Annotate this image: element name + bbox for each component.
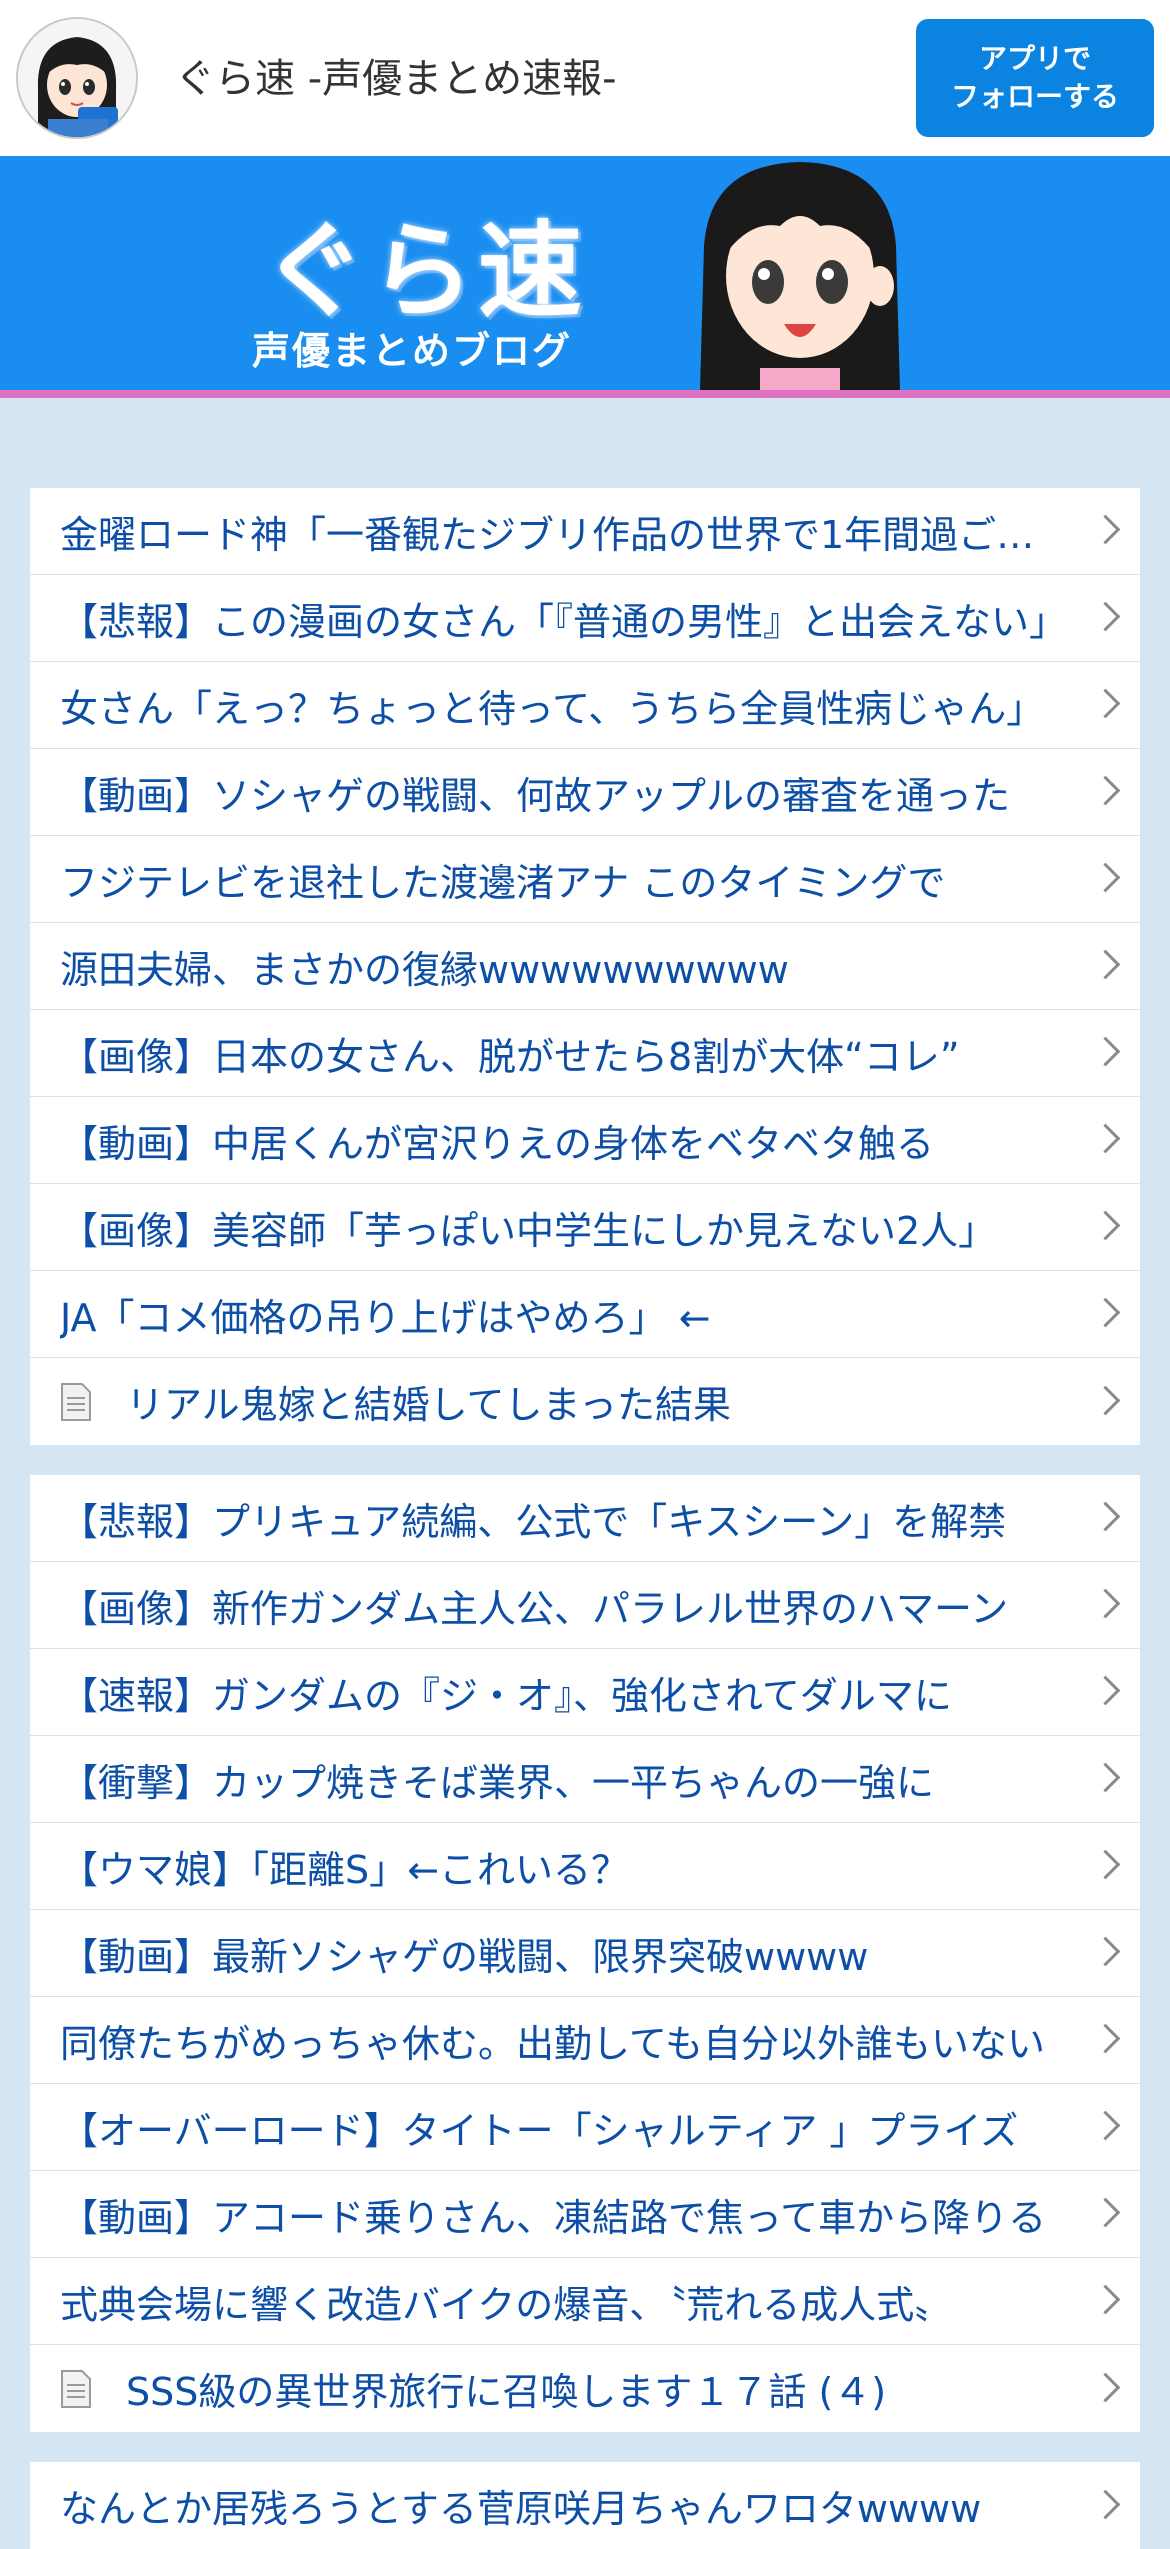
chevron-right-icon xyxy=(1090,2197,1121,2228)
list-item[interactable]: SSS級の異世界旅行に召喚します１７話 (４) xyxy=(30,2345,1140,2432)
chevron-right-icon xyxy=(1090,2372,1121,2402)
chevron-right-icon xyxy=(1090,1588,1121,1619)
follow-in-app-button[interactable]: アプリで フォローする xyxy=(916,19,1154,137)
list-item[interactable]: 【動画】アコード乗りさん、凍結路で焦って車から降りる xyxy=(30,2171,1140,2258)
list-item[interactable]: 【動画】最新ソシャゲの戦闘、限界突破wwww xyxy=(30,1910,1140,1997)
list-item-label: なんとか居残ろうとする菅原咲月ちゃんワロタwwww xyxy=(60,2487,982,2531)
chevron-right-icon xyxy=(1090,1036,1121,1067)
document-icon xyxy=(61,2369,91,2408)
list-item[interactable]: 【画像】美容師「芋っぽい中学生にしか見えない2人」 xyxy=(30,1184,1140,1271)
banner-divider xyxy=(0,390,1170,398)
document-icon xyxy=(61,1382,91,1421)
list-item-label: 同僚たちがめっちゃ休む。出勤しても自分以外誰もいない xyxy=(60,2021,1045,2066)
chevron-right-icon xyxy=(1090,2489,1121,2519)
list-item-label: 【動画】アコード乗りさん、凍結路で焦って車から降りる xyxy=(60,2195,1047,2240)
list-item[interactable]: 【画像】日本の女さん、脱がせたら8割が大体“コレ” xyxy=(30,1010,1140,1097)
list-item[interactable]: 【ウマ娘】「距離S」←これいる？ xyxy=(30,1823,1140,1910)
list-item[interactable]: 【悲報】この漫画の女さん「『普通の男性』と出会えない」 xyxy=(30,575,1140,662)
chevron-right-icon xyxy=(1090,2023,1121,2054)
banner-title: ぐら速 xyxy=(262,210,587,332)
chevron-right-icon xyxy=(1090,1123,1121,1154)
list-item[interactable]: 【速報】ガンダムの『ジ・オ』、強化されてダルマに xyxy=(30,1649,1140,1736)
list-item-label: 【悲報】プリキュア続編、公式で「キスシーン」を解禁 xyxy=(60,1499,1007,1544)
list-item-label: 【画像】日本の女さん、脱がせたら8割が大体“コレ” xyxy=(60,1034,960,1079)
list-item-label: 【悲報】この漫画の女さん「『普通の男性』と出会えない」 xyxy=(60,599,1068,644)
follow-button-line2: フォローする xyxy=(950,80,1119,113)
list-item-label: 【動画】最新ソシャゲの戦闘、限界突破wwww xyxy=(60,1934,869,1979)
banner-girl-illustration xyxy=(700,162,900,390)
follow-button-line1: アプリで xyxy=(978,42,1091,75)
list-item[interactable]: 式典会場に響く改造バイクの爆音、〝荒れる成人式〟 xyxy=(30,2258,1140,2345)
chevron-right-icon xyxy=(1090,1297,1121,1328)
site-name[interactable]: ぐら速 -声優まとめ速報- xyxy=(175,46,617,104)
list-item-label: フジテレビを退社した渡邊渚アナ このタイミングで xyxy=(60,860,946,905)
list-item[interactable]: 【オーバーロード】タイトー「シャルティア 」プライズ xyxy=(30,2084,1140,2171)
banner-subtitle: 声優まとめブログ xyxy=(252,329,573,373)
list-item[interactable]: 【悲報】プリキュア続編、公式で「キスシーン」を解禁 xyxy=(30,1475,1140,1562)
list-item-label: 式典会場に響く改造バイクの爆音、〝荒れる成人式〟 xyxy=(60,2282,953,2327)
list-item[interactable]: 同僚たちがめっちゃ休む。出勤しても自分以外誰もいない xyxy=(30,1997,1140,2084)
list-item-label: 【動画】ソシャゲの戦闘、何故アップルの審査を通った xyxy=(60,773,1011,818)
chevron-right-icon xyxy=(1090,1210,1121,1241)
chevron-right-icon xyxy=(1090,775,1121,806)
list-item[interactable]: 【画像】新作ガンダム主人公、パラレル世界のハマーン xyxy=(30,1562,1140,1649)
chevron-right-icon xyxy=(1090,1385,1121,1415)
list-item-label: 源田夫婦、まさかの復縁wwwwwwwwww xyxy=(60,947,789,992)
list-item-label: 【ウマ娘】「距離S」←これいる？ xyxy=(60,1847,629,1892)
list-item-label: SSS級の異世界旅行に召喚します１７話 (４) xyxy=(126,2370,887,2414)
list-item-label: 【動画】中居くんが宮沢りえの身体をベタベタ触る xyxy=(60,1121,935,1166)
chevron-right-icon xyxy=(1090,1501,1121,1532)
list-item[interactable]: なんとか居残ろうとする菅原咲月ちゃんワロタwwww xyxy=(30,2462,1140,2549)
chevron-right-icon xyxy=(1090,1849,1121,1880)
list-item-label: 【画像】美容師「芋っぽい中学生にしか見えない2人」 xyxy=(60,1208,997,1253)
chevron-right-icon xyxy=(1090,514,1121,545)
list-item-label: 女さん「えっ？ちょっと待って、うちら全員性病じゃん」 xyxy=(60,686,1045,731)
list-item[interactable]: 【衝撃】カップ焼きそば業界、一平ちゃんの一強に xyxy=(30,1736,1140,1823)
avatar-girl-illustration xyxy=(18,19,136,137)
chevron-right-icon xyxy=(1090,1936,1121,1967)
list-item-label: 【衝撃】カップ焼きそば業界、一平ちゃんの一強に xyxy=(60,1760,935,1805)
chevron-right-icon xyxy=(1090,2284,1121,2315)
list-item[interactable]: JA「コメ価格の吊り上げはやめろ」 ← xyxy=(30,1271,1140,1358)
list-item[interactable]: 女さん「えっ？ちょっと待って、うちら全員性病じゃん」 xyxy=(30,662,1140,749)
list-item[interactable]: 【動画】中居くんが宮沢りえの身体をベタベタ触る xyxy=(30,1097,1140,1184)
chevron-right-icon xyxy=(1090,1762,1121,1793)
list-item-label: 【速報】ガンダムの『ジ・オ』、強化されてダルマに xyxy=(60,1673,952,1718)
chevron-right-icon xyxy=(1090,688,1121,719)
article-list-1: 金曜ロード神「一番観たジブリ作品の世界で1年間過ごせ」 【悲報】この漫画の女さん… xyxy=(30,488,1140,1445)
list-item-label: 【画像】新作ガンダム主人公、パラレル世界のハマーン xyxy=(60,1586,1009,1631)
list-item[interactable]: リアル鬼嫁と結婚してしまった結果 xyxy=(30,1358,1140,1445)
list-item[interactable]: 源田夫婦、まさかの復縁wwwwwwwwww xyxy=(30,923,1140,1010)
site-avatar[interactable] xyxy=(16,17,138,139)
list-item-label: リアル鬼嫁と結婚してしまった結果 xyxy=(126,1383,731,1427)
chevron-right-icon xyxy=(1090,601,1121,632)
article-list-3: なんとか居残ろうとする菅原咲月ちゃんワロタwwww xyxy=(30,2462,1140,2549)
list-item[interactable]: 金曜ロード神「一番観たジブリ作品の世界で1年間過ごせ」 xyxy=(30,488,1140,575)
chevron-right-icon xyxy=(1090,862,1121,893)
list-item-label: 【オーバーロード】タイトー「シャルティア 」プライズ xyxy=(60,2108,1019,2153)
chevron-right-icon xyxy=(1090,2110,1121,2141)
list-item[interactable]: フジテレビを退社した渡邊渚アナ このタイミングで xyxy=(30,836,1140,923)
chevron-right-icon xyxy=(1090,1675,1121,1706)
article-list-2: 【悲報】プリキュア続編、公式で「キスシーン」を解禁 【画像】新作ガンダム主人公、… xyxy=(30,1475,1140,2432)
site-banner[interactable]: ぐら速 声優まとめブログ xyxy=(0,156,1170,390)
list-item-label: 金曜ロード神「一番観たジブリ作品の世界で1年間過ごせ」 xyxy=(60,512,1070,557)
list-item[interactable]: 【動画】ソシャゲの戦闘、何故アップルの審査を通った xyxy=(30,749,1140,836)
top-bar: ぐら速 -声優まとめ速報- アプリで フォローする xyxy=(0,0,1170,156)
list-item-label: JA「コメ価格の吊り上げはやめろ」 ← xyxy=(60,1295,711,1340)
chevron-right-icon xyxy=(1090,949,1121,980)
